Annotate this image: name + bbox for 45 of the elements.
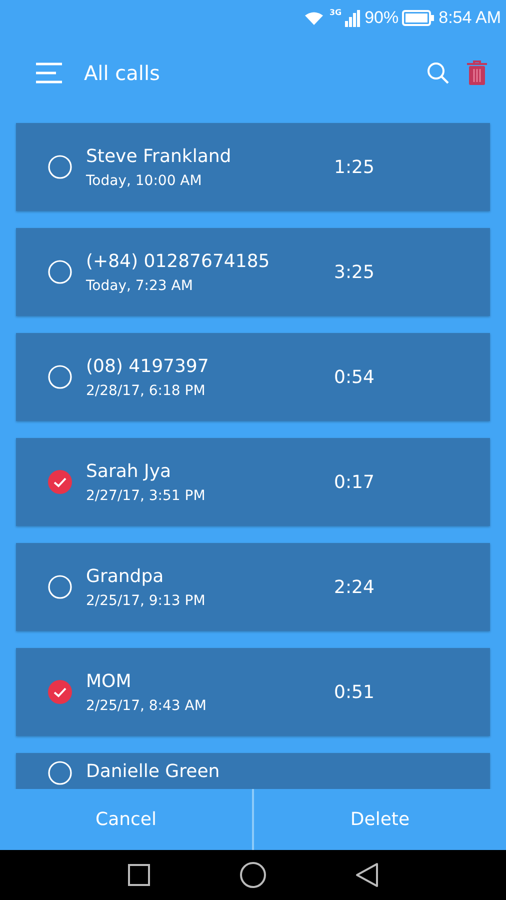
call-row[interactable]: Grandpa 2/25/17, 9:13 PM 2:24 — [16, 543, 490, 631]
contact-name: Steve Frankland — [86, 146, 232, 166]
contact-name: MOM — [86, 670, 132, 692]
home-icon[interactable] — [239, 861, 267, 889]
screen-title: All calls — [84, 61, 161, 85]
unchecked-circle[interactable] — [48, 260, 72, 284]
call-row[interactable]: Sarah Jya 2/27/17, 3:51 PM 0:17 — [16, 438, 490, 526]
call-time: 2/25/17, 8:43 AM — [86, 698, 208, 714]
call-duration: 3:25 — [334, 262, 374, 282]
call-duration: 2:24 — [334, 576, 374, 598]
network-type: 3G — [329, 8, 342, 17]
checked-icon[interactable] — [48, 680, 72, 704]
signal-icon — [344, 10, 360, 26]
contact-name: (+84) 01287674185 — [86, 250, 271, 272]
unchecked-circle[interactable] — [48, 575, 72, 599]
call-time: Today, 7:23 AM — [86, 278, 194, 294]
call-duration: 1:25 — [334, 156, 374, 178]
battery-icon — [402, 10, 434, 26]
contact-name: Grandpa — [86, 566, 165, 586]
clock: 8:54 AM — [438, 8, 501, 28]
contact-name: Danielle Green — [86, 761, 221, 782]
call-duration: 0:51 — [334, 682, 374, 702]
back-icon[interactable] — [355, 862, 379, 888]
unchecked-circle[interactable] — [48, 155, 72, 179]
call-time: 2/25/17, 9:13 PM — [86, 592, 206, 608]
search-icon[interactable] — [426, 61, 450, 85]
call-row[interactable]: Danielle Green — [16, 753, 490, 789]
checked-icon[interactable] — [48, 470, 72, 494]
call-row[interactable]: Steve Frankland Today, 10:00 AM 1:25 — [16, 123, 490, 211]
recent-apps-icon[interactable] — [127, 863, 151, 887]
battery-percent: 90% — [364, 8, 399, 28]
unchecked-circle[interactable] — [48, 761, 72, 785]
call-row[interactable]: MOM 2/25/17, 8:43 AM 0:51 — [16, 648, 490, 736]
unchecked-circle[interactable] — [48, 365, 72, 389]
call-time: 2/27/17, 3:51 PM — [86, 488, 206, 504]
contact-name: (08) 4197397 — [86, 356, 210, 376]
call-duration: 0:54 — [334, 366, 374, 388]
wifi-icon — [304, 10, 324, 26]
contact-name: Sarah Jya — [86, 460, 172, 482]
call-row[interactable]: (+84) 01287674185 Today, 7:23 AM 3:25 — [16, 228, 490, 316]
call-duration: 0:17 — [334, 472, 374, 492]
call-time: Today, 10:00 AM — [86, 172, 203, 188]
menu-icon[interactable] — [34, 62, 64, 84]
call-row[interactable]: (08) 4197397 2/28/17, 6:18 PM 0:54 — [16, 333, 490, 421]
call-time: 2/28/17, 6:18 PM — [86, 382, 206, 398]
